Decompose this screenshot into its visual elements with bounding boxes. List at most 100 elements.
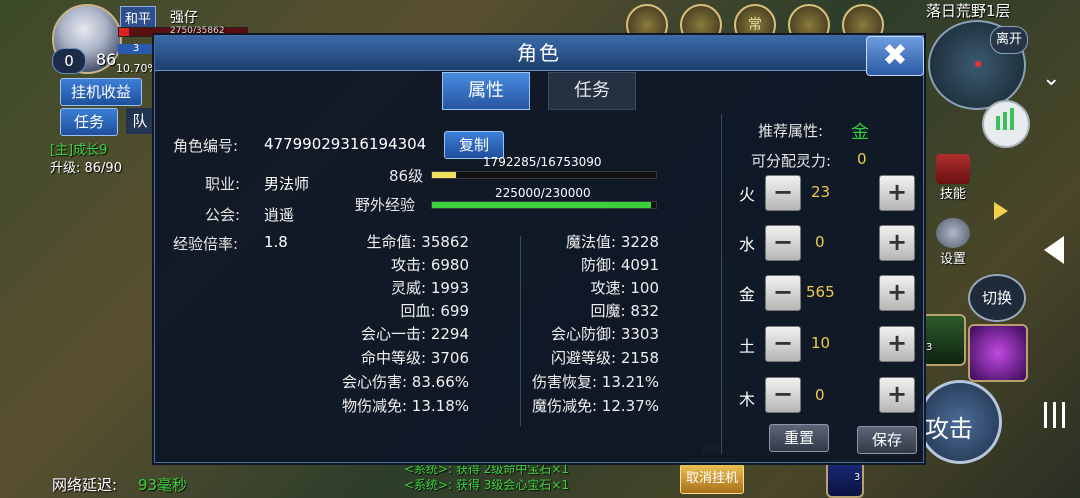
level-label: 86级 <box>389 167 424 185</box>
wood-minus-button[interactable]: − <box>765 377 801 413</box>
quest-name[interactable]: [主]成长9 <box>50 139 107 158</box>
switch-button[interactable]: 切换 <box>968 274 1026 322</box>
panel-divider <box>721 114 722 454</box>
water-minus-button[interactable]: − <box>765 225 801 261</box>
job-label: 职业: <box>205 175 241 193</box>
skill-label[interactable]: 技能 <box>940 183 966 202</box>
skill-badge-1: 3 <box>926 342 933 353</box>
level-exp-text: 1792285/16753090 <box>483 155 602 169</box>
element-wood-label: 木 <box>739 390 756 409</box>
fire-minus-button[interactable]: − <box>765 175 801 211</box>
wood-plus-button[interactable]: + <box>879 377 915 413</box>
water-value: 0 <box>815 233 825 251</box>
attack-label: 攻击 <box>925 415 973 443</box>
reset-button[interactable]: 重置 <box>769 424 829 452</box>
field-exp-label: 野外经验 <box>355 196 416 214</box>
leave-button[interactable]: 离开 <box>990 26 1028 54</box>
tab-task-hud[interactable]: 任务 <box>60 108 118 136</box>
field-exp-text: 225000/230000 <box>495 186 591 200</box>
character-dialog: 角色 属性 任务 角色编号: 47799029316194304 复制 职业: … <box>154 35 924 463</box>
field-exp-bar <box>431 201 657 209</box>
dialog-title: 角色 <box>155 36 923 71</box>
player-level: 86 <box>96 50 117 69</box>
guild-value: 逍遥 <box>264 206 295 224</box>
guild-label: 公会: <box>205 206 241 224</box>
water-plus-button[interactable]: + <box>879 225 915 261</box>
player-name: 强仔 <box>170 10 198 26</box>
spirit-label: 可分配灵力: <box>751 152 832 170</box>
spirit-value: 0 <box>857 150 867 168</box>
stat-dodge: 闪避等级: 2158 <box>551 349 659 367</box>
earth-minus-button[interactable]: − <box>765 326 801 362</box>
metal-minus-button[interactable]: − <box>765 275 801 311</box>
element-fire-label: 火 <box>739 185 756 204</box>
settings-label[interactable]: 设置 <box>940 248 966 267</box>
player-marker-icon <box>975 61 981 67</box>
wood-value: 0 <box>815 386 825 404</box>
stats-left-column: 生命值: 35862 攻击: 6980 灵威: 1993 回血: 699 会心一… <box>305 231 469 419</box>
stat-crit-defense: 会心防御: 3303 <box>551 325 659 343</box>
map-name: 落日荒野1层 <box>926 2 1011 20</box>
stat-crit-damage: 会心伤害: 83.66% <box>341 373 469 391</box>
save-button[interactable]: 保存 <box>857 426 917 454</box>
counter-badge: 0 <box>52 48 86 74</box>
stat-mp: 魔法值: 3228 <box>566 233 659 251</box>
skill-book-icon[interactable] <box>936 154 970 184</box>
chevron-down-icon[interactable]: ⌄ <box>1042 66 1060 91</box>
stat-attack: 攻击: 6980 <box>391 256 469 274</box>
job-value: 男法师 <box>264 175 310 193</box>
element-earth-label: 土 <box>739 337 756 356</box>
fire-plus-button[interactable]: + <box>879 175 915 211</box>
latency-label: 网络延迟: <box>52 476 118 494</box>
tab-tasks[interactable]: 任务 <box>548 72 636 110</box>
tab-attributes[interactable]: 属性 <box>442 72 530 110</box>
exp-rate-value: 1.8 <box>264 233 288 251</box>
stat-crit: 会心一击: 2294 <box>361 325 469 343</box>
stat-mp-regen: 回魔: 832 <box>590 302 659 320</box>
tab-team-hud[interactable]: 队 <box>126 108 154 134</box>
expand-arrow-icon[interactable] <box>994 202 1008 220</box>
stat-damage-recovery: 伤害恢复: 13.21% <box>531 373 659 391</box>
mp-bar: 3 <box>118 44 154 54</box>
stat-hp-regen: 回血: 699 <box>400 302 469 320</box>
latency-value: 93毫秒 <box>138 476 188 494</box>
role-id-label: 角色编号: <box>173 137 239 155</box>
stat-attack-speed: 攻速: 100 <box>590 279 659 297</box>
stat-defense: 防御: 4091 <box>581 256 659 274</box>
role-id-value: 47799029316194304 <box>264 135 427 153</box>
element-metal-label: 金 <box>739 285 756 304</box>
cancel-idle-button[interactable]: 取消挂机 <box>680 464 744 494</box>
quest-progress: 升级: 86/90 <box>50 161 122 176</box>
chat-line-2: <系统>: 获得 3级会心宝石×1 <box>404 478 570 492</box>
metal-plus-button[interactable]: + <box>879 275 915 311</box>
settings-gear-icon[interactable] <box>936 218 970 248</box>
metal-value: 565 <box>806 283 835 301</box>
pk-mode-badge[interactable]: 和平 <box>120 6 157 29</box>
stat-hp: 生命值: 35862 <box>366 233 469 251</box>
stats-right-column: 魔法值: 3228 防御: 4091 攻速: 100 回魔: 832 会心防御:… <box>491 231 659 419</box>
exp-percent: 10.70% <box>116 62 158 75</box>
level-progress-bar <box>431 171 657 179</box>
field-exp-fill <box>432 202 652 208</box>
attack-button[interactable]: 攻击 <box>918 380 1002 464</box>
skill-slot-2[interactable] <box>968 324 1028 382</box>
exp-rate-label: 经验倍率: <box>173 235 239 253</box>
recent-apps-icon[interactable] <box>1044 402 1066 428</box>
level-progress-fill <box>432 172 456 178</box>
back-arrow-icon[interactable] <box>1044 236 1064 264</box>
stat-magic-reduction: 魔伤减免: 12.37% <box>531 397 659 415</box>
skill-badge-2: 3 <box>854 472 861 483</box>
recommend-label: 推荐属性: <box>758 122 824 140</box>
element-water-label: 水 <box>739 235 756 254</box>
fire-value: 23 <box>811 183 831 201</box>
signal-icon[interactable] <box>982 100 1030 148</box>
recommend-value: 金 <box>851 122 869 143</box>
earth-plus-button[interactable]: + <box>879 326 915 362</box>
idle-reward-button[interactable]: 挂机收益 <box>60 78 142 106</box>
close-icon[interactable]: ✖ <box>866 36 924 76</box>
stat-hit: 命中等级: 3706 <box>361 349 469 367</box>
earth-value: 10 <box>811 334 831 352</box>
skill-slot-1[interactable] <box>922 314 966 366</box>
stat-phys-reduction: 物伤减免: 13.18% <box>341 397 469 415</box>
stat-spirit: 灵威: 1993 <box>391 279 469 297</box>
